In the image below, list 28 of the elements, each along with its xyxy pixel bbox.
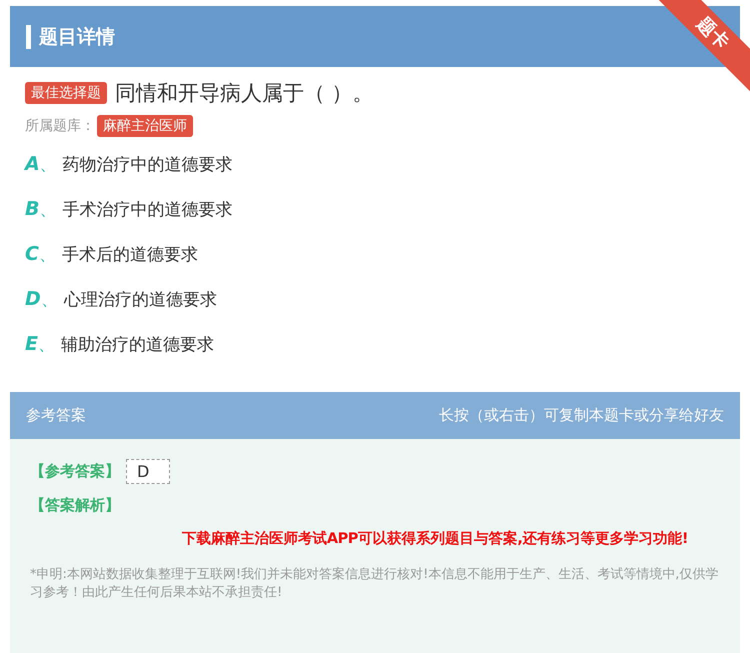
option-letter: C — [25, 243, 39, 265]
answer-title: 参考答案 — [26, 406, 86, 425]
promo-text: 下载麻醉主治医师考试APP可以获得系列题目与答案,还有练习等更多学习功能! — [182, 531, 688, 547]
bank-tag[interactable]: 麻醉主治医师 — [97, 115, 193, 137]
option-letter: E — [25, 333, 38, 355]
option-letter: A — [25, 153, 40, 175]
question-text: 同情和开导病人属于（ ）。 — [115, 80, 374, 107]
bank-label: 所属题库： — [25, 117, 95, 135]
option-separator: 、 — [38, 244, 56, 266]
header-title: 题目详情 — [39, 24, 115, 50]
share-hint: 长按（或右击）可复制本题卡或分享给好友 — [439, 406, 724, 425]
option-text: 辅助治疗的道德要求 — [60, 334, 214, 356]
answer-value: D — [126, 459, 170, 484]
option-separator: 、 — [40, 154, 57, 176]
question-type-tag: 最佳选择题 — [25, 82, 107, 104]
option-text: 药物治疗中的道德要求 — [62, 154, 233, 176]
option-letter: B — [25, 198, 40, 220]
option-separator: 、 — [39, 198, 56, 220]
title-marker — [26, 24, 31, 48]
option-text: 心理治疗的道德要求 — [64, 288, 217, 310]
disclaimer-text: *申明:本网站数据收集整理于互联网!我们并未能对答案信息进行核对!本信息不能用于生产、生活、考试等情境中,仅供学习参考！由此产生任何后果本站不承担责任! — [30, 566, 720, 602]
option-letter: D — [25, 288, 41, 310]
option-text: 手术后的道德要求 — [62, 244, 198, 266]
analysis-label: 【答案解析】 — [30, 496, 120, 515]
answer-label: 【参考答案】 — [30, 462, 120, 481]
option-text: 手术治疗中的道德要求 — [62, 198, 232, 220]
option-separator: 、 — [40, 288, 58, 310]
option-separator: 、 — [38, 334, 55, 356]
